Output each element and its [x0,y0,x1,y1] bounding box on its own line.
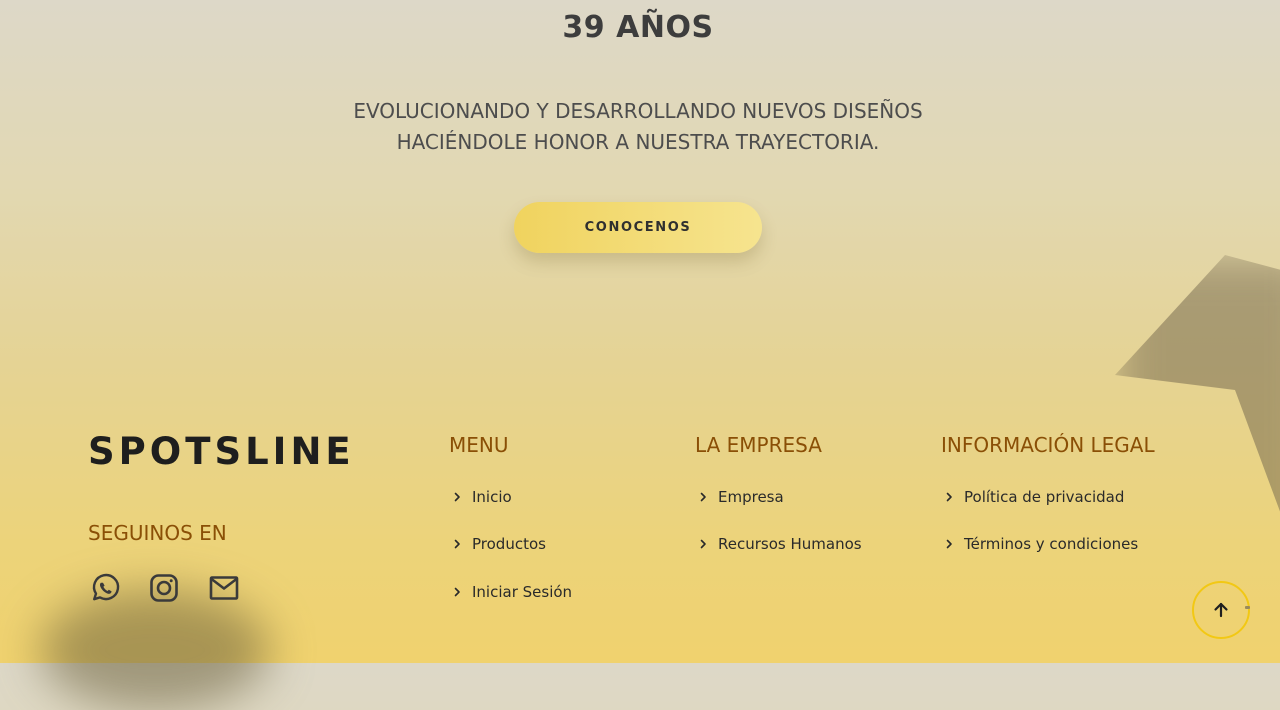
hero-subtitle-line: EVOLUCIONANDO Y DESARROLLANDO NUEVOS DIS… [353,99,923,123]
footer-link-label: Recursos Humanos [718,535,862,553]
decorative-shadow-shape [40,590,270,710]
chevron-right-icon [450,537,464,551]
chevron-right-icon [450,585,464,599]
chevron-right-icon [942,537,956,551]
footer-link-label: Términos y condiciones [964,535,1139,553]
mail-icon[interactable] [208,572,240,604]
footer-link-label: Empresa [718,488,784,506]
footer-link-label: Inicio [472,488,512,506]
chevron-right-icon [696,537,710,551]
whatsapp-icon[interactable] [89,572,121,604]
footer-link-label: Productos [472,535,546,553]
scroll-progress-marker [1245,606,1250,609]
footer-column-heading-informacion-legal: INFORMACIÓN LEGAL [941,433,1155,457]
chevron-right-icon [450,490,464,504]
hero-subtitle: EVOLUCIONANDO Y DESARROLLANDO NUEVOS DIS… [0,96,1276,158]
follow-heading: SEGUINOS EN [88,521,227,545]
arrow-up-icon [1211,600,1231,620]
brand-logo[interactable]: SPOTSLINE [88,430,355,473]
conocenos-button[interactable]: CONOCENOS [514,202,762,253]
decorative-shadow-shape [1115,255,1280,555]
footer-link-inicio[interactable]: Inicio [450,488,512,506]
footer-link-label: Iniciar Sesión [472,583,573,601]
instagram-icon[interactable] [148,572,180,604]
hero-title: 39 AÑOS [562,10,714,45]
footer-link-productos[interactable]: Productos [450,535,546,553]
footer-link-iniciar-sesion[interactable]: Iniciar Sesión [450,583,572,601]
footer-link-label: Política de privacidad [964,488,1125,506]
footer-link-terminos-y-condiciones[interactable]: Términos y condiciones [942,535,1138,553]
footer-column-heading-menu: MENU [449,433,509,457]
chevron-right-icon [696,490,710,504]
chevron-right-icon [942,490,956,504]
footer-column-heading-la-empresa: LA EMPRESA [695,433,822,457]
footer-link-empresa[interactable]: Empresa [696,488,784,506]
hero-subtitle-line: HACIÉNDOLE HONOR A NUESTRA TRAYECTORIA. [396,130,880,154]
footer-link-recursos-humanos[interactable]: Recursos Humanos [696,535,862,553]
scroll-to-top-button[interactable] [1192,581,1250,639]
footer-link-politica-de-privacidad[interactable]: Política de privacidad [942,488,1124,506]
